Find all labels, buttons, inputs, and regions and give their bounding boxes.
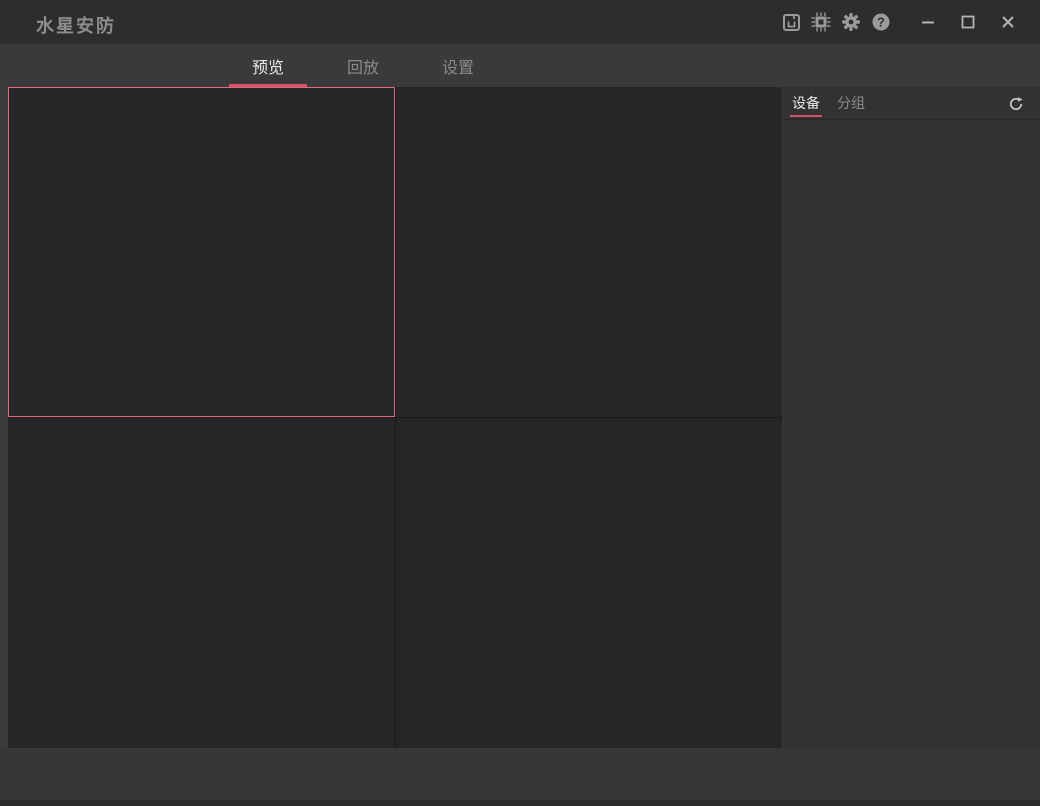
sidebar-tab-groups[interactable]: 分组 bbox=[835, 87, 867, 119]
video-cell-2[interactable] bbox=[396, 87, 783, 417]
chip-icon[interactable] bbox=[806, 0, 836, 44]
tab-playback[interactable]: 回放 bbox=[324, 44, 402, 87]
window-bottom-edge bbox=[0, 800, 1040, 806]
titlebar-icons: ? bbox=[776, 0, 1040, 44]
window-controls bbox=[908, 0, 1028, 44]
minimize-icon[interactable] bbox=[908, 0, 948, 44]
sidebar-tab-groups-label: 分组 bbox=[837, 93, 865, 113]
tab-settings-label: 设置 bbox=[442, 54, 474, 78]
bottom-toolbar: − 4画面 + 流畅 bbox=[0, 748, 1040, 800]
video-area bbox=[0, 87, 783, 748]
save-icon[interactable] bbox=[776, 0, 806, 44]
app-title: 水星安防 bbox=[36, 12, 116, 38]
tab-settings[interactable]: 设置 bbox=[419, 44, 497, 87]
titlebar: 水星安防 bbox=[0, 0, 1040, 44]
settings-gear-icon[interactable] bbox=[836, 0, 866, 44]
refresh-icon[interactable] bbox=[1007, 95, 1025, 113]
sidebar-tab-devices[interactable]: 设备 bbox=[790, 87, 822, 119]
device-sidebar: 设备 分组 bbox=[783, 87, 1040, 748]
maximize-icon[interactable] bbox=[948, 0, 988, 44]
video-cell-3[interactable] bbox=[8, 418, 395, 748]
sidebar-header: 设备 分组 bbox=[783, 87, 1040, 120]
sidebar-active-underline bbox=[790, 115, 822, 117]
close-icon[interactable] bbox=[988, 0, 1028, 44]
main-tabs: 预览 回放 设置 bbox=[229, 44, 497, 87]
main-tabbar: 预览 回放 设置 请登录 bbox=[0, 44, 1040, 87]
video-grid bbox=[8, 87, 782, 748]
sidebar-tab-devices-label: 设备 bbox=[792, 93, 820, 113]
tab-preview-label: 预览 bbox=[252, 54, 284, 78]
video-cell-4[interactable] bbox=[396, 418, 783, 748]
tab-playback-label: 回放 bbox=[347, 54, 379, 78]
video-cell-1-selected[interactable] bbox=[8, 87, 395, 417]
help-icon[interactable]: ? bbox=[866, 0, 896, 44]
help-glyph: ? bbox=[877, 16, 885, 30]
tab-preview[interactable]: 预览 bbox=[229, 44, 307, 87]
